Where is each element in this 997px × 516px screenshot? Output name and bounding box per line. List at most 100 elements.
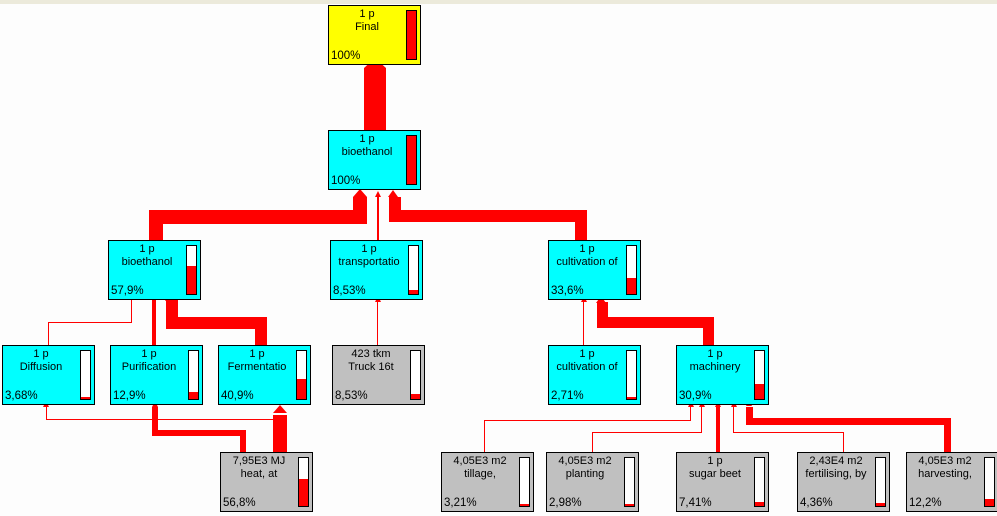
process-tree-canvas: 1 p Final 100% 1 p bioethanol 100% 1 p b…	[0, 0, 997, 516]
node-harvesting[interactable]: 4,05E3 m2 harvesting, 12,2%	[906, 452, 997, 512]
node-harvesting-gauge	[984, 457, 995, 507]
node-final-amount: 1 p	[359, 8, 375, 20]
node-purification[interactable]: 1 p Purification 12,9%	[110, 345, 203, 405]
node-planting-gauge	[624, 457, 635, 507]
node-planting[interactable]: 4,05E3 m2 planting 2,98%	[546, 452, 639, 512]
flow-fertilising-vert-low	[843, 432, 844, 452]
node-cultivation-of-lower[interactable]: 1 p cultivation of 2,71%	[548, 345, 641, 405]
flow-heat-to-diffusion-vert-up	[46, 407, 47, 420]
flow-sugar-beet-vert	[716, 407, 720, 452]
flow-fermentation-vert	[255, 317, 267, 345]
flow-bioethanol-sub-riser	[353, 197, 367, 224]
node-cultivation-of-lower-percent: 2,71%	[551, 390, 584, 402]
node-cultivation-of-lower-text: 1 p cultivation of	[549, 348, 625, 374]
flow-heat-to-purification-vert-up	[152, 407, 158, 432]
node-fertilising-gauge-fill	[876, 503, 885, 506]
node-bioethanol-sub-text: 1 p bioethanol	[109, 243, 185, 269]
node-bioethanol-sub-gauge	[186, 245, 197, 295]
node-machinery-amount: 1 p	[707, 348, 723, 360]
flow-tillage-vert-low	[484, 420, 485, 452]
node-bioethanol-root-text: 1 p bioethanol	[329, 133, 405, 159]
node-sugar-beet[interactable]: 1 p sugar beet 7,41%	[676, 452, 769, 512]
node-tillage-percent: 3,21%	[444, 497, 477, 509]
node-truck-gauge	[410, 350, 421, 400]
flow-bioethanol-sub-vert	[149, 210, 163, 240]
node-purification-percent: 12,9%	[113, 390, 146, 402]
flow-bioethanol-to-final	[364, 68, 386, 130]
node-final[interactable]: 1 p Final 100%	[328, 5, 421, 65]
node-heat[interactable]: 7,95E3 MJ heat, at 56,8%	[220, 452, 313, 512]
flow-diffusion-horiz	[48, 322, 131, 323]
node-truck-label: Truck 16t	[348, 361, 394, 373]
node-transportation-text: 1 p transportatio	[331, 243, 407, 269]
node-tillage[interactable]: 4,05E3 m2 tillage, 3,21%	[441, 452, 534, 512]
node-final-label: Final	[355, 21, 379, 33]
node-diffusion-label: Diffusion	[19, 361, 63, 373]
node-tillage-gauge-fill	[520, 503, 529, 506]
node-diffusion[interactable]: 1 p Diffusion 3,68%	[2, 345, 95, 405]
node-purification-gauge	[188, 350, 199, 400]
flow-purification-vert	[152, 300, 156, 345]
node-fermentation-percent: 40,9%	[221, 390, 254, 402]
flow-fertilising-horiz	[733, 432, 844, 433]
node-final-text: 1 p Final	[329, 8, 405, 34]
node-fertilising[interactable]: 2,43E4 m2 fertilising, by 4,36%	[797, 452, 890, 512]
node-final-percent: 100%	[331, 50, 361, 62]
node-diffusion-text: 1 p Diffusion	[3, 348, 79, 374]
flow-truck-vert	[377, 302, 378, 345]
node-fertilising-text: 2,43E4 m2 fertilising, by	[798, 455, 874, 481]
node-transportation[interactable]: 1 p transportatio 8,53%	[330, 240, 423, 300]
node-fermentation-label: Fermentatio	[227, 361, 287, 373]
node-sugar-beet-percent: 7,41%	[679, 497, 712, 509]
node-tillage-amount: 4,05E3 m2	[453, 455, 507, 467]
node-cultivation-of-top-gauge-fill	[627, 277, 636, 294]
flow-heat-to-fermentation	[273, 415, 287, 452]
node-cultivation-of-top-percent: 33,6%	[551, 285, 584, 297]
flow-harvesting-horiz	[746, 418, 951, 425]
node-diffusion-percent: 3,68%	[5, 390, 38, 402]
flow-arrow-root-left	[353, 189, 367, 197]
node-fermentation-amount: 1 p	[249, 348, 265, 360]
node-machinery-text: 1 p machinery	[677, 348, 753, 374]
node-truck-percent: 8,53%	[335, 390, 368, 402]
node-diffusion-amount: 1 p	[33, 348, 49, 360]
node-fermentation[interactable]: 1 p Fermentatio 40,9%	[218, 345, 311, 405]
flow-bioethanol-sub-horiz	[149, 210, 367, 224]
node-harvesting-gauge-fill	[985, 499, 994, 506]
node-cultivation-of-top-amount: 1 p	[579, 243, 595, 255]
node-bioethanol-root-gauge	[406, 135, 417, 185]
node-bioethanol-root-amount: 1 p	[359, 133, 375, 145]
node-heat-label: heat, at	[240, 468, 278, 480]
flow-cultivation-vert	[575, 210, 587, 240]
flow-heat-to-diffusion-horiz	[46, 419, 280, 420]
flow-transportation-vert	[377, 197, 379, 240]
node-truck[interactable]: 423 tkm Truck 16t 8,53%	[332, 345, 425, 405]
node-machinery-label: machinery	[689, 361, 741, 373]
flow-cultivation-lower-vert	[583, 302, 584, 345]
node-transportation-amount: 1 p	[361, 243, 377, 255]
node-sugar-beet-gauge	[754, 457, 765, 507]
flow-tillage-horiz	[484, 420, 691, 421]
node-purification-amount: 1 p	[141, 348, 157, 360]
node-cultivation-of-top[interactable]: 1 p cultivation of 33,6%	[548, 240, 641, 300]
node-fertilising-amount: 2,43E4 m2	[809, 455, 863, 467]
node-bioethanol-root[interactable]: 1 p bioethanol 100%	[328, 130, 421, 190]
node-sugar-beet-text: 1 p sugar beet	[677, 455, 753, 481]
node-fermentation-text: 1 p Fermentatio	[219, 348, 295, 374]
node-machinery[interactable]: 1 p machinery 30,9%	[676, 345, 769, 405]
node-sugar-beet-label: sugar beet	[689, 468, 741, 480]
node-fermentation-gauge	[296, 350, 307, 400]
flow-diffusion-vert-upper	[131, 300, 132, 323]
node-bioethanol-sub-label: bioethanol	[121, 256, 173, 268]
node-machinery-percent: 30,9%	[679, 390, 712, 402]
node-cultivation-of-top-gauge	[626, 245, 637, 295]
flow-arrow-root-right	[388, 190, 398, 197]
node-machinery-gauge-fill	[755, 384, 764, 399]
node-bioethanol-sub[interactable]: 1 p bioethanol 57,9%	[108, 240, 201, 300]
node-truck-amount: 423 tkm	[351, 348, 391, 360]
node-fertilising-gauge	[875, 457, 886, 507]
node-bioethanol-sub-amount: 1 p	[139, 243, 155, 255]
node-harvesting-label: harvesting,	[918, 468, 972, 480]
node-planting-gauge-fill	[625, 504, 634, 506]
node-cultivation-of-lower-gauge	[626, 350, 637, 400]
